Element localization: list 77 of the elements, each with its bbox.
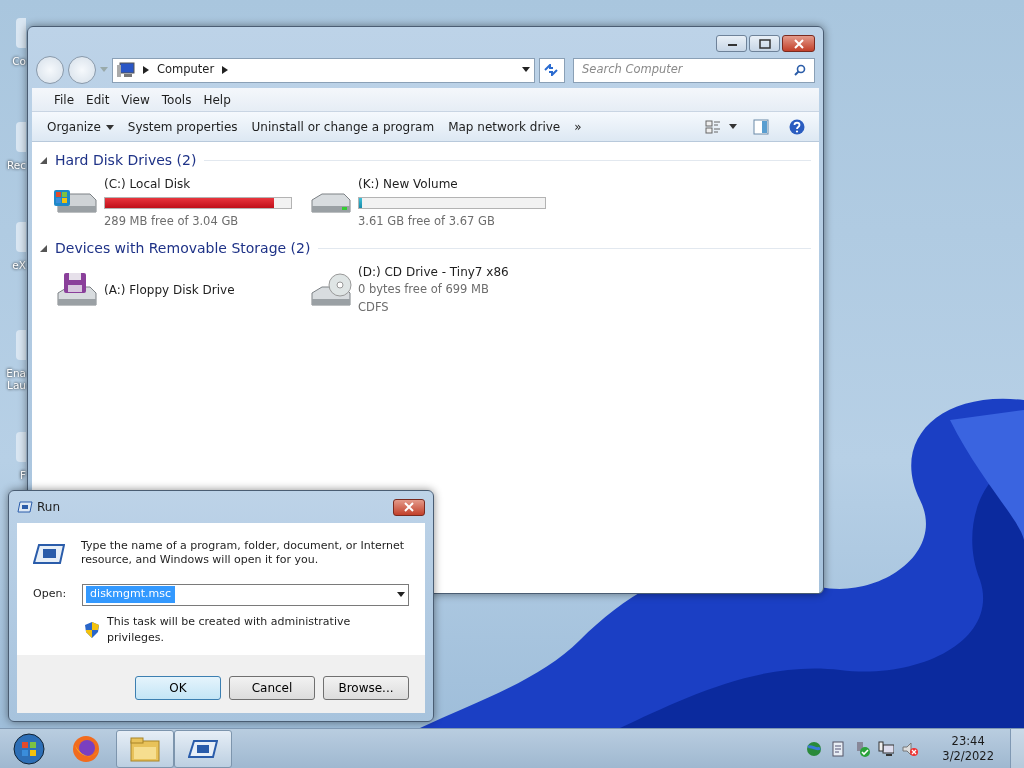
- start-orb-icon: [13, 732, 45, 765]
- chevron-icon: [143, 66, 149, 74]
- refresh-icon: [544, 64, 558, 76]
- run-program-icon: [33, 543, 65, 565]
- caret-icon: [729, 124, 737, 129]
- globe-icon[interactable]: [806, 740, 823, 757]
- caret-icon: [105, 124, 114, 130]
- dialog-button[interactable]: Cancel: [229, 675, 315, 700]
- window-title: Run: [37, 499, 60, 516]
- drive-name[interactable]: (K:) New Volume: [358, 175, 546, 193]
- drive-icon[interactable]: [54, 272, 100, 307]
- command-button[interactable]: Uninstall or change a program: [244, 114, 442, 139]
- collapse-arrow-icon[interactable]: [40, 245, 47, 253]
- drive-detail: 0 bytes free of 699 MB: [358, 281, 490, 299]
- muted-speaker-icon[interactable]: [902, 740, 919, 757]
- drive-detail: CDFS: [358, 298, 390, 316]
- refresh-button[interactable]: [539, 57, 565, 83]
- taskbar-button[interactable]: [174, 729, 232, 768]
- chevron-icon: [222, 66, 229, 74]
- menu-item[interactable]: View: [115, 90, 156, 109]
- command-button[interactable]: System properties: [120, 114, 245, 139]
- desktop-icon-label: eX: [12, 260, 26, 272]
- drive-name[interactable]: (C:) Local Disk: [104, 175, 292, 193]
- minimize-button[interactable]: [716, 35, 747, 52]
- clock[interactable]: 23:44 3/2/2022: [942, 733, 994, 764]
- forward-button[interactable]: [68, 56, 96, 84]
- menu-item[interactable]: Edit: [80, 90, 116, 109]
- group-header[interactable]: Devices with Removable Storage (2): [55, 238, 311, 260]
- maximize-button[interactable]: [749, 35, 780, 52]
- shield-icon: [85, 622, 99, 639]
- desktop-icon-label: Rec: [6, 160, 26, 172]
- group-header[interactable]: Hard Disk Drives (2): [55, 150, 197, 171]
- drive-name[interactable]: (D:) CD Drive - Tiny7 x86: [358, 263, 509, 282]
- menu-item[interactable]: File: [48, 90, 81, 109]
- taskbar-button[interactable]: [116, 729, 174, 768]
- dialog-button[interactable]: Browse...: [323, 675, 409, 700]
- command-button[interactable]: »: [567, 114, 589, 139]
- command-button[interactable]: Organize: [40, 114, 121, 139]
- desktop-icon-label: F: [19, 470, 26, 482]
- desktop-icon-label: Co: [12, 56, 26, 68]
- usb-check-icon[interactable]: [854, 740, 871, 757]
- network-icon[interactable]: [878, 740, 895, 757]
- drive-icon[interactable]: [308, 272, 354, 307]
- search-icon: [794, 64, 806, 76]
- menu-item[interactable]: Help: [197, 90, 237, 109]
- close-icon: [402, 502, 416, 512]
- command-button[interactable]: Map network drive: [441, 114, 568, 139]
- close-icon: [791, 38, 806, 49]
- document-icon[interactable]: [830, 740, 847, 757]
- search-field[interactable]: Search Computer: [573, 57, 815, 83]
- drive-detail: 3.61 GB free of 3.67 GB: [358, 213, 496, 230]
- field-label: Open:: [33, 586, 67, 603]
- instruction-text: Type the name of a program, folder, document, or Internet resource, and Windows will open it for you.: [81, 539, 406, 568]
- preview-pane-icon[interactable]: [753, 118, 769, 135]
- run-icon: [17, 501, 33, 513]
- caret-icon[interactable]: [522, 67, 530, 73]
- view-options-button[interactable]: [705, 118, 737, 135]
- close-button[interactable]: [393, 498, 425, 516]
- search-placeholder: Search Computer: [582, 61, 684, 79]
- help-icon[interactable]: [789, 118, 805, 135]
- admin-note: This task will be created with administrative privileges.: [107, 613, 352, 647]
- close-button[interactable]: [782, 35, 815, 52]
- folder-icon: [130, 734, 160, 763]
- address-bar[interactable]: Computer: [112, 57, 535, 83]
- computer-icon: [117, 62, 135, 78]
- browser-icon: [72, 734, 102, 763]
- desktop-icon-label: Ena Lau: [6, 368, 26, 392]
- collapse-arrow-icon[interactable]: [40, 157, 47, 164]
- maximize-icon: [757, 38, 772, 49]
- drive-detail: 289 MB free of 3.04 GB: [104, 213, 240, 230]
- view-icon: [705, 118, 721, 135]
- dialog-button[interactable]: OK: [135, 675, 221, 700]
- show-desktop-button[interactable]: [1010, 728, 1024, 768]
- menu-item[interactable]: Tools: [155, 90, 198, 109]
- back-button[interactable]: [36, 56, 64, 84]
- drive-name[interactable]: (A:) Floppy Disk Drive: [104, 280, 235, 299]
- breadcrumb[interactable]: Computer: [157, 61, 215, 79]
